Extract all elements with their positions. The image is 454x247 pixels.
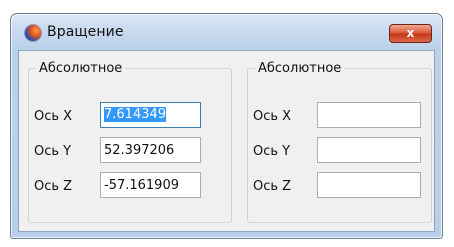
axis-z-label: Ось Z bbox=[253, 179, 292, 194]
group-label: Абсолютное bbox=[39, 61, 123, 76]
axis-y-label: Ось Y bbox=[253, 144, 291, 159]
axis-row-z: Ось Z bbox=[248, 172, 431, 202]
group-label: Абсолютное bbox=[258, 61, 342, 76]
axis-z-field[interactable] bbox=[317, 172, 421, 198]
axis-x-label: Ось X bbox=[253, 109, 292, 124]
dialog-client-area: Абсолютное Ось X 7.614349 Ось Y Ось Z Аб… bbox=[18, 50, 435, 232]
absolute-group-right: Абсолютное Ось X Ось Y Ось Z bbox=[247, 61, 432, 223]
axis-y-field[interactable] bbox=[100, 137, 201, 163]
title-bar[interactable]: Вращение x bbox=[11, 14, 442, 50]
close-icon[interactable]: x bbox=[389, 24, 432, 43]
axis-z-field[interactable] bbox=[100, 172, 201, 198]
axis-y-label: Ось Y bbox=[34, 144, 72, 159]
rotation-dialog-window: Вращение x Абсолютное Ось X 7.614349 Ось… bbox=[10, 13, 443, 239]
axis-x-label: Ось X bbox=[34, 109, 73, 124]
axis-row-y: Ось Y bbox=[248, 137, 431, 167]
axis-y-field[interactable] bbox=[317, 137, 421, 163]
axis-x-field[interactable] bbox=[317, 102, 421, 128]
absolute-group-left: Абсолютное Ось X 7.614349 Ось Y Ось Z bbox=[28, 61, 232, 223]
axis-row-x: Ось X bbox=[248, 102, 431, 132]
axis-row-x: Ось X 7.614349 bbox=[29, 102, 231, 132]
axis-row-y: Ось Y bbox=[29, 137, 231, 167]
globe-icon bbox=[25, 25, 41, 41]
axis-x-value: 7.614349 bbox=[104, 107, 167, 122]
axis-row-z: Ось Z bbox=[29, 172, 231, 202]
window-title: Вращение bbox=[47, 24, 124, 40]
axis-x-field[interactable]: 7.614349 bbox=[100, 102, 201, 128]
axis-z-label: Ось Z bbox=[34, 179, 73, 194]
